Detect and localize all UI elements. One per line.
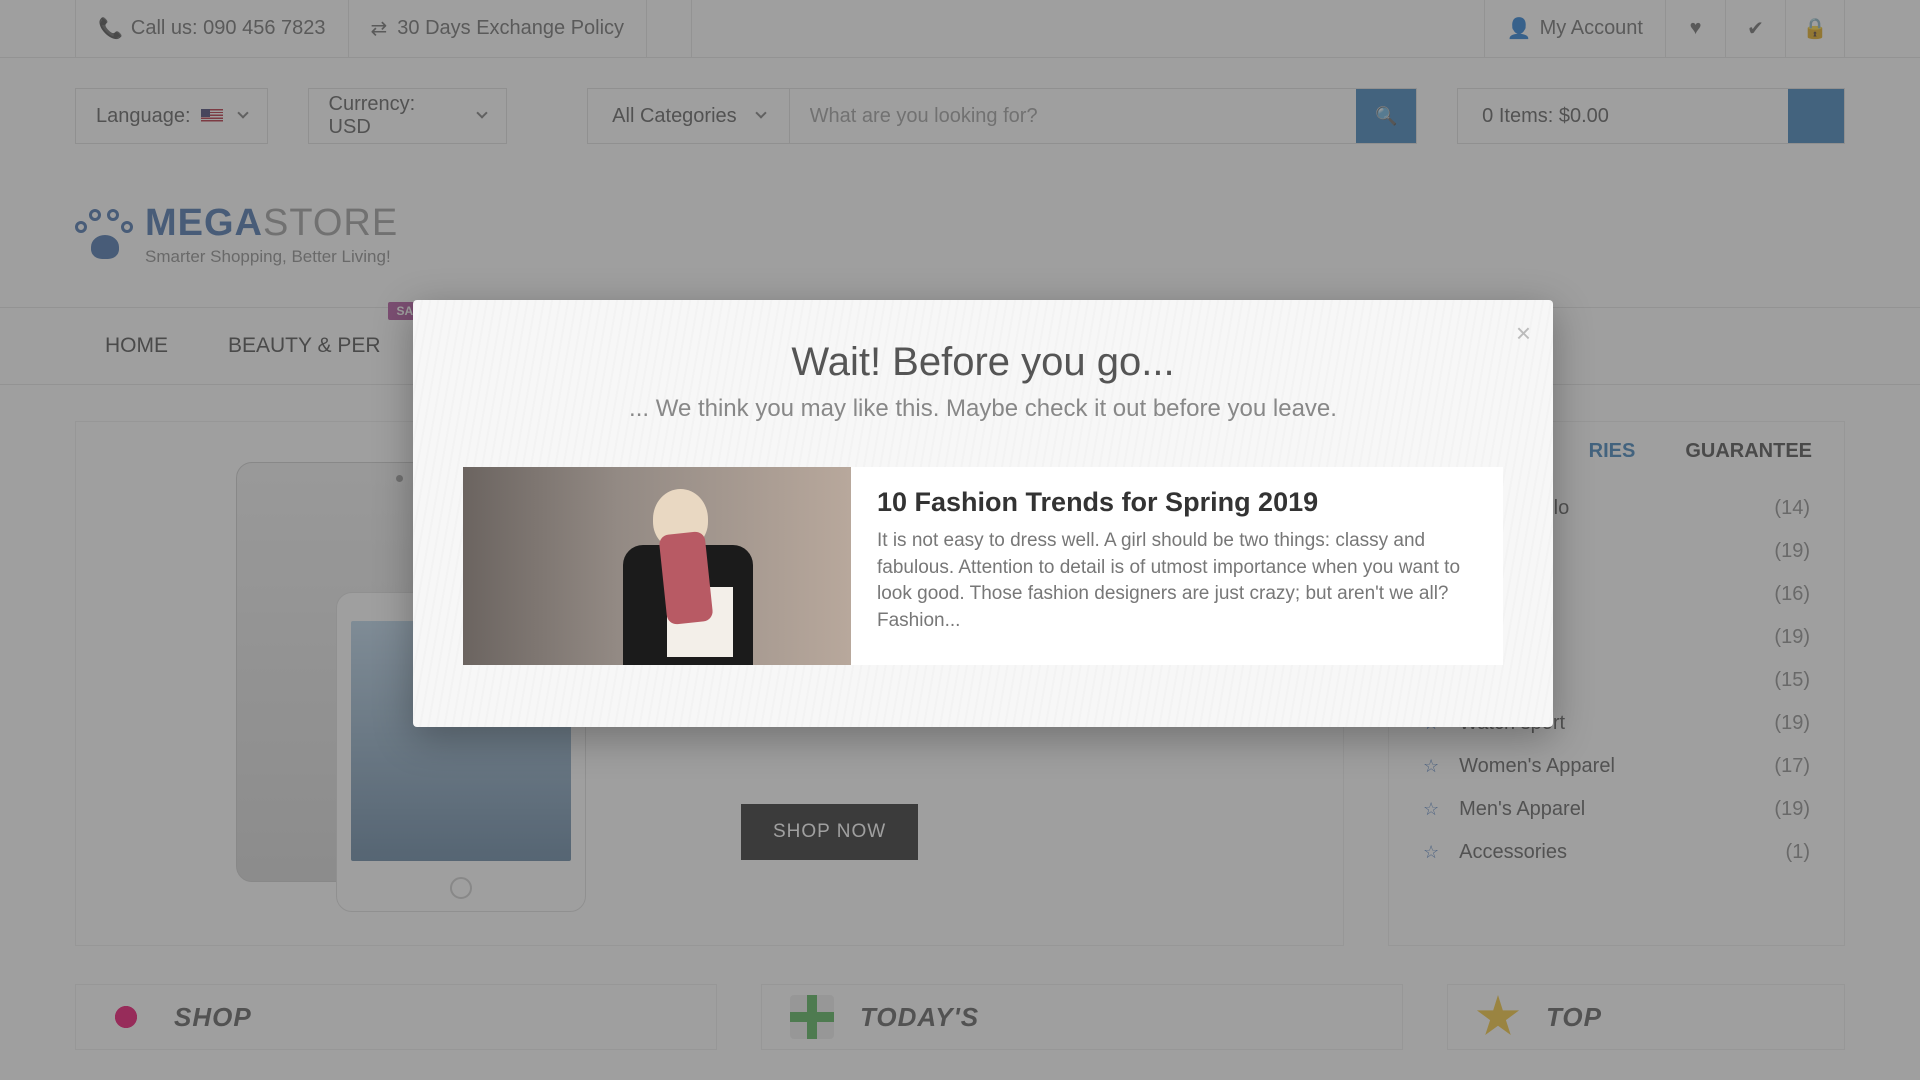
article-image (463, 467, 851, 665)
modal-subtitle: ... We think you may like this. Maybe ch… (463, 395, 1503, 423)
close-button[interactable]: × (1516, 318, 1531, 349)
close-icon: × (1516, 318, 1531, 348)
article-title: 10 Fashion Trends for Spring 2019 (877, 487, 1477, 518)
article-body: It is not easy to dress well. A girl sho… (877, 528, 1477, 634)
modal-title: Wait! Before you go... (463, 340, 1503, 385)
exit-modal: × Wait! Before you go... ... We think yo… (413, 300, 1553, 727)
article-card[interactable]: 10 Fashion Trends for Spring 2019 It is … (463, 467, 1503, 665)
